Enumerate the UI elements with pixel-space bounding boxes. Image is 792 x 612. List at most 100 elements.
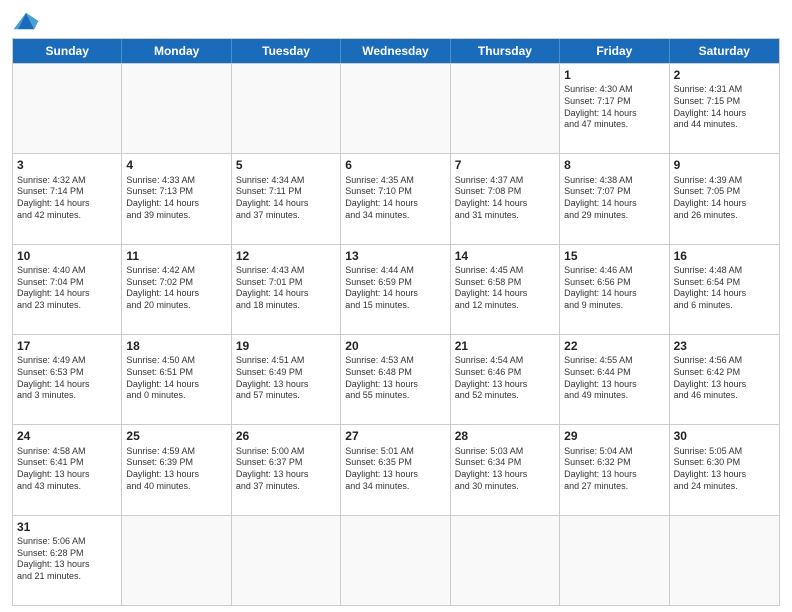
day-info: Sunrise: 4:49 AM Sunset: 6:53 PM Dayligh… [17,355,117,402]
cal-cell: 10Sunrise: 4:40 AM Sunset: 7:04 PM Dayli… [13,245,122,334]
cal-cell: 4 Sunrise: 4:33 AM Sunset: 7:13 PM Daylig… [122,154,231,243]
cal-cell: 14Sunrise: 4:45 AM Sunset: 6:58 PM Dayli… [451,245,560,334]
cal-cell: 24 Sunrise: 4:58 AM Sunset: 6:41 PM Dayli… [13,425,122,514]
logo-area [12,10,44,32]
cal-cell: 22Sunrise: 4:55 AM Sunset: 6:44 PM Dayli… [560,335,669,424]
day-info: Sunrise: 4:46 AM Sunset: 6:56 PM Dayligh… [564,265,664,312]
week-row-4: 24 Sunrise: 4:58 AM Sunset: 6:41 PM Dayli… [13,424,779,514]
day-number: 14 [455,248,555,264]
calendar-header: SundayMondayTuesdayWednesdayThursdayFrid… [13,39,779,63]
cal-cell: 2Sunrise: 4:31 AM Sunset: 7:15 PM Daylig… [670,64,779,153]
day-info: Sunrise: 4:50 AM Sunset: 6:51 PM Dayligh… [126,355,226,402]
day-info: Sunrise: 4:30 AM Sunset: 7:17 PM Dayligh… [564,84,664,131]
day-number: 28 [455,428,555,444]
cal-cell: 31Sunrise: 5:06 AM Sunset: 6:28 PM Dayli… [13,516,122,605]
header-day-saturday: Saturday [670,39,779,63]
day-number: 29 [564,428,664,444]
cal-cell: 16Sunrise: 4:48 AM Sunset: 6:54 PM Dayli… [670,245,779,334]
day-info: Sunrise: 4:55 AM Sunset: 6:44 PM Dayligh… [564,355,664,402]
cal-cell: 12Sunrise: 4:43 AM Sunset: 7:01 PM Dayli… [232,245,341,334]
cal-cell [341,64,450,153]
cal-cell [13,64,122,153]
day-number: 4 [126,157,226,173]
cal-cell [451,64,560,153]
cal-cell: 5 Sunrise: 4:34 AM Sunset: 7:11 PM Daylig… [232,154,341,243]
cal-cell [122,516,231,605]
day-info: Sunrise: 4:42 AM Sunset: 7:02 PM Dayligh… [126,265,226,312]
day-number: 13 [345,248,445,264]
day-info: Sunrise: 4:48 AM Sunset: 6:54 PM Dayligh… [674,265,775,312]
day-number: 20 [345,338,445,354]
day-info: Sunrise: 4:59 AM Sunset: 6:39 PM Dayligh… [126,446,226,493]
cal-cell: 17Sunrise: 4:49 AM Sunset: 6:53 PM Dayli… [13,335,122,424]
header [12,10,780,32]
day-info: Sunrise: 4:39 AM Sunset: 7:05 PM Dayligh… [674,175,775,222]
day-info: Sunrise: 4:44 AM Sunset: 6:59 PM Dayligh… [345,265,445,312]
week-row-5: 31Sunrise: 5:06 AM Sunset: 6:28 PM Dayli… [13,515,779,605]
day-number: 31 [17,519,117,535]
day-number: 21 [455,338,555,354]
cal-cell [232,64,341,153]
day-info: Sunrise: 5:04 AM Sunset: 6:32 PM Dayligh… [564,446,664,493]
week-row-1: 3 Sunrise: 4:32 AM Sunset: 7:14 PM Daylig… [13,153,779,243]
day-number: 17 [17,338,117,354]
cal-cell: 25Sunrise: 4:59 AM Sunset: 6:39 PM Dayli… [122,425,231,514]
day-number: 27 [345,428,445,444]
week-row-2: 10Sunrise: 4:40 AM Sunset: 7:04 PM Dayli… [13,244,779,334]
cal-cell: 13Sunrise: 4:44 AM Sunset: 6:59 PM Dayli… [341,245,450,334]
calendar-body: 1Sunrise: 4:30 AM Sunset: 7:17 PM Daylig… [13,63,779,605]
day-info: Sunrise: 4:34 AM Sunset: 7:11 PM Dayligh… [236,175,336,222]
day-info: Sunrise: 4:32 AM Sunset: 7:14 PM Dayligh… [17,175,117,222]
day-number: 5 [236,157,336,173]
day-info: Sunrise: 4:43 AM Sunset: 7:01 PM Dayligh… [236,265,336,312]
day-info: Sunrise: 4:54 AM Sunset: 6:46 PM Dayligh… [455,355,555,402]
day-info: Sunrise: 5:06 AM Sunset: 6:28 PM Dayligh… [17,536,117,583]
day-number: 10 [17,248,117,264]
cal-cell [122,64,231,153]
header-day-sunday: Sunday [13,39,122,63]
cal-cell: 23Sunrise: 4:56 AM Sunset: 6:42 PM Dayli… [670,335,779,424]
day-info: Sunrise: 4:51 AM Sunset: 6:49 PM Dayligh… [236,355,336,402]
day-number: 23 [674,338,775,354]
day-number: 8 [564,157,664,173]
cal-cell [670,516,779,605]
day-number: 19 [236,338,336,354]
cal-cell: 3 Sunrise: 4:32 AM Sunset: 7:14 PM Daylig… [13,154,122,243]
day-number: 26 [236,428,336,444]
cal-cell: 19Sunrise: 4:51 AM Sunset: 6:49 PM Dayli… [232,335,341,424]
cal-cell: 27Sunrise: 5:01 AM Sunset: 6:35 PM Dayli… [341,425,450,514]
cal-cell: 1Sunrise: 4:30 AM Sunset: 7:17 PM Daylig… [560,64,669,153]
cal-cell: 7Sunrise: 4:37 AM Sunset: 7:08 PM Daylig… [451,154,560,243]
day-info: Sunrise: 5:05 AM Sunset: 6:30 PM Dayligh… [674,446,775,493]
day-number: 16 [674,248,775,264]
page: SundayMondayTuesdayWednesdayThursdayFrid… [0,0,792,612]
cal-cell: 8Sunrise: 4:38 AM Sunset: 7:07 PM Daylig… [560,154,669,243]
day-number: 9 [674,157,775,173]
cal-cell [451,516,560,605]
day-number: 18 [126,338,226,354]
day-info: Sunrise: 5:03 AM Sunset: 6:34 PM Dayligh… [455,446,555,493]
day-number: 1 [564,67,664,83]
day-info: Sunrise: 4:53 AM Sunset: 6:48 PM Dayligh… [345,355,445,402]
day-info: Sunrise: 4:58 AM Sunset: 6:41 PM Dayligh… [17,446,117,493]
week-row-0: 1Sunrise: 4:30 AM Sunset: 7:17 PM Daylig… [13,63,779,153]
cal-cell: 29 Sunrise: 5:04 AM Sunset: 6:32 PM Dayli… [560,425,669,514]
header-day-tuesday: Tuesday [232,39,341,63]
day-number: 24 [17,428,117,444]
day-info: Sunrise: 4:31 AM Sunset: 7:15 PM Dayligh… [674,84,775,131]
day-number: 22 [564,338,664,354]
week-row-3: 17Sunrise: 4:49 AM Sunset: 6:53 PM Dayli… [13,334,779,424]
day-number: 30 [674,428,775,444]
day-info: Sunrise: 4:33 AM Sunset: 7:13 PM Dayligh… [126,175,226,222]
day-number: 3 [17,157,117,173]
header-day-friday: Friday [560,39,669,63]
cal-cell: 28 Sunrise: 5:03 AM Sunset: 6:34 PM Dayli… [451,425,560,514]
day-info: Sunrise: 4:35 AM Sunset: 7:10 PM Dayligh… [345,175,445,222]
logo-icon [12,10,40,32]
cal-cell: 20Sunrise: 4:53 AM Sunset: 6:48 PM Dayli… [341,335,450,424]
cal-cell: 6Sunrise: 4:35 AM Sunset: 7:10 PM Daylig… [341,154,450,243]
day-number: 11 [126,248,226,264]
day-number: 12 [236,248,336,264]
cal-cell [232,516,341,605]
day-number: 2 [674,67,775,83]
